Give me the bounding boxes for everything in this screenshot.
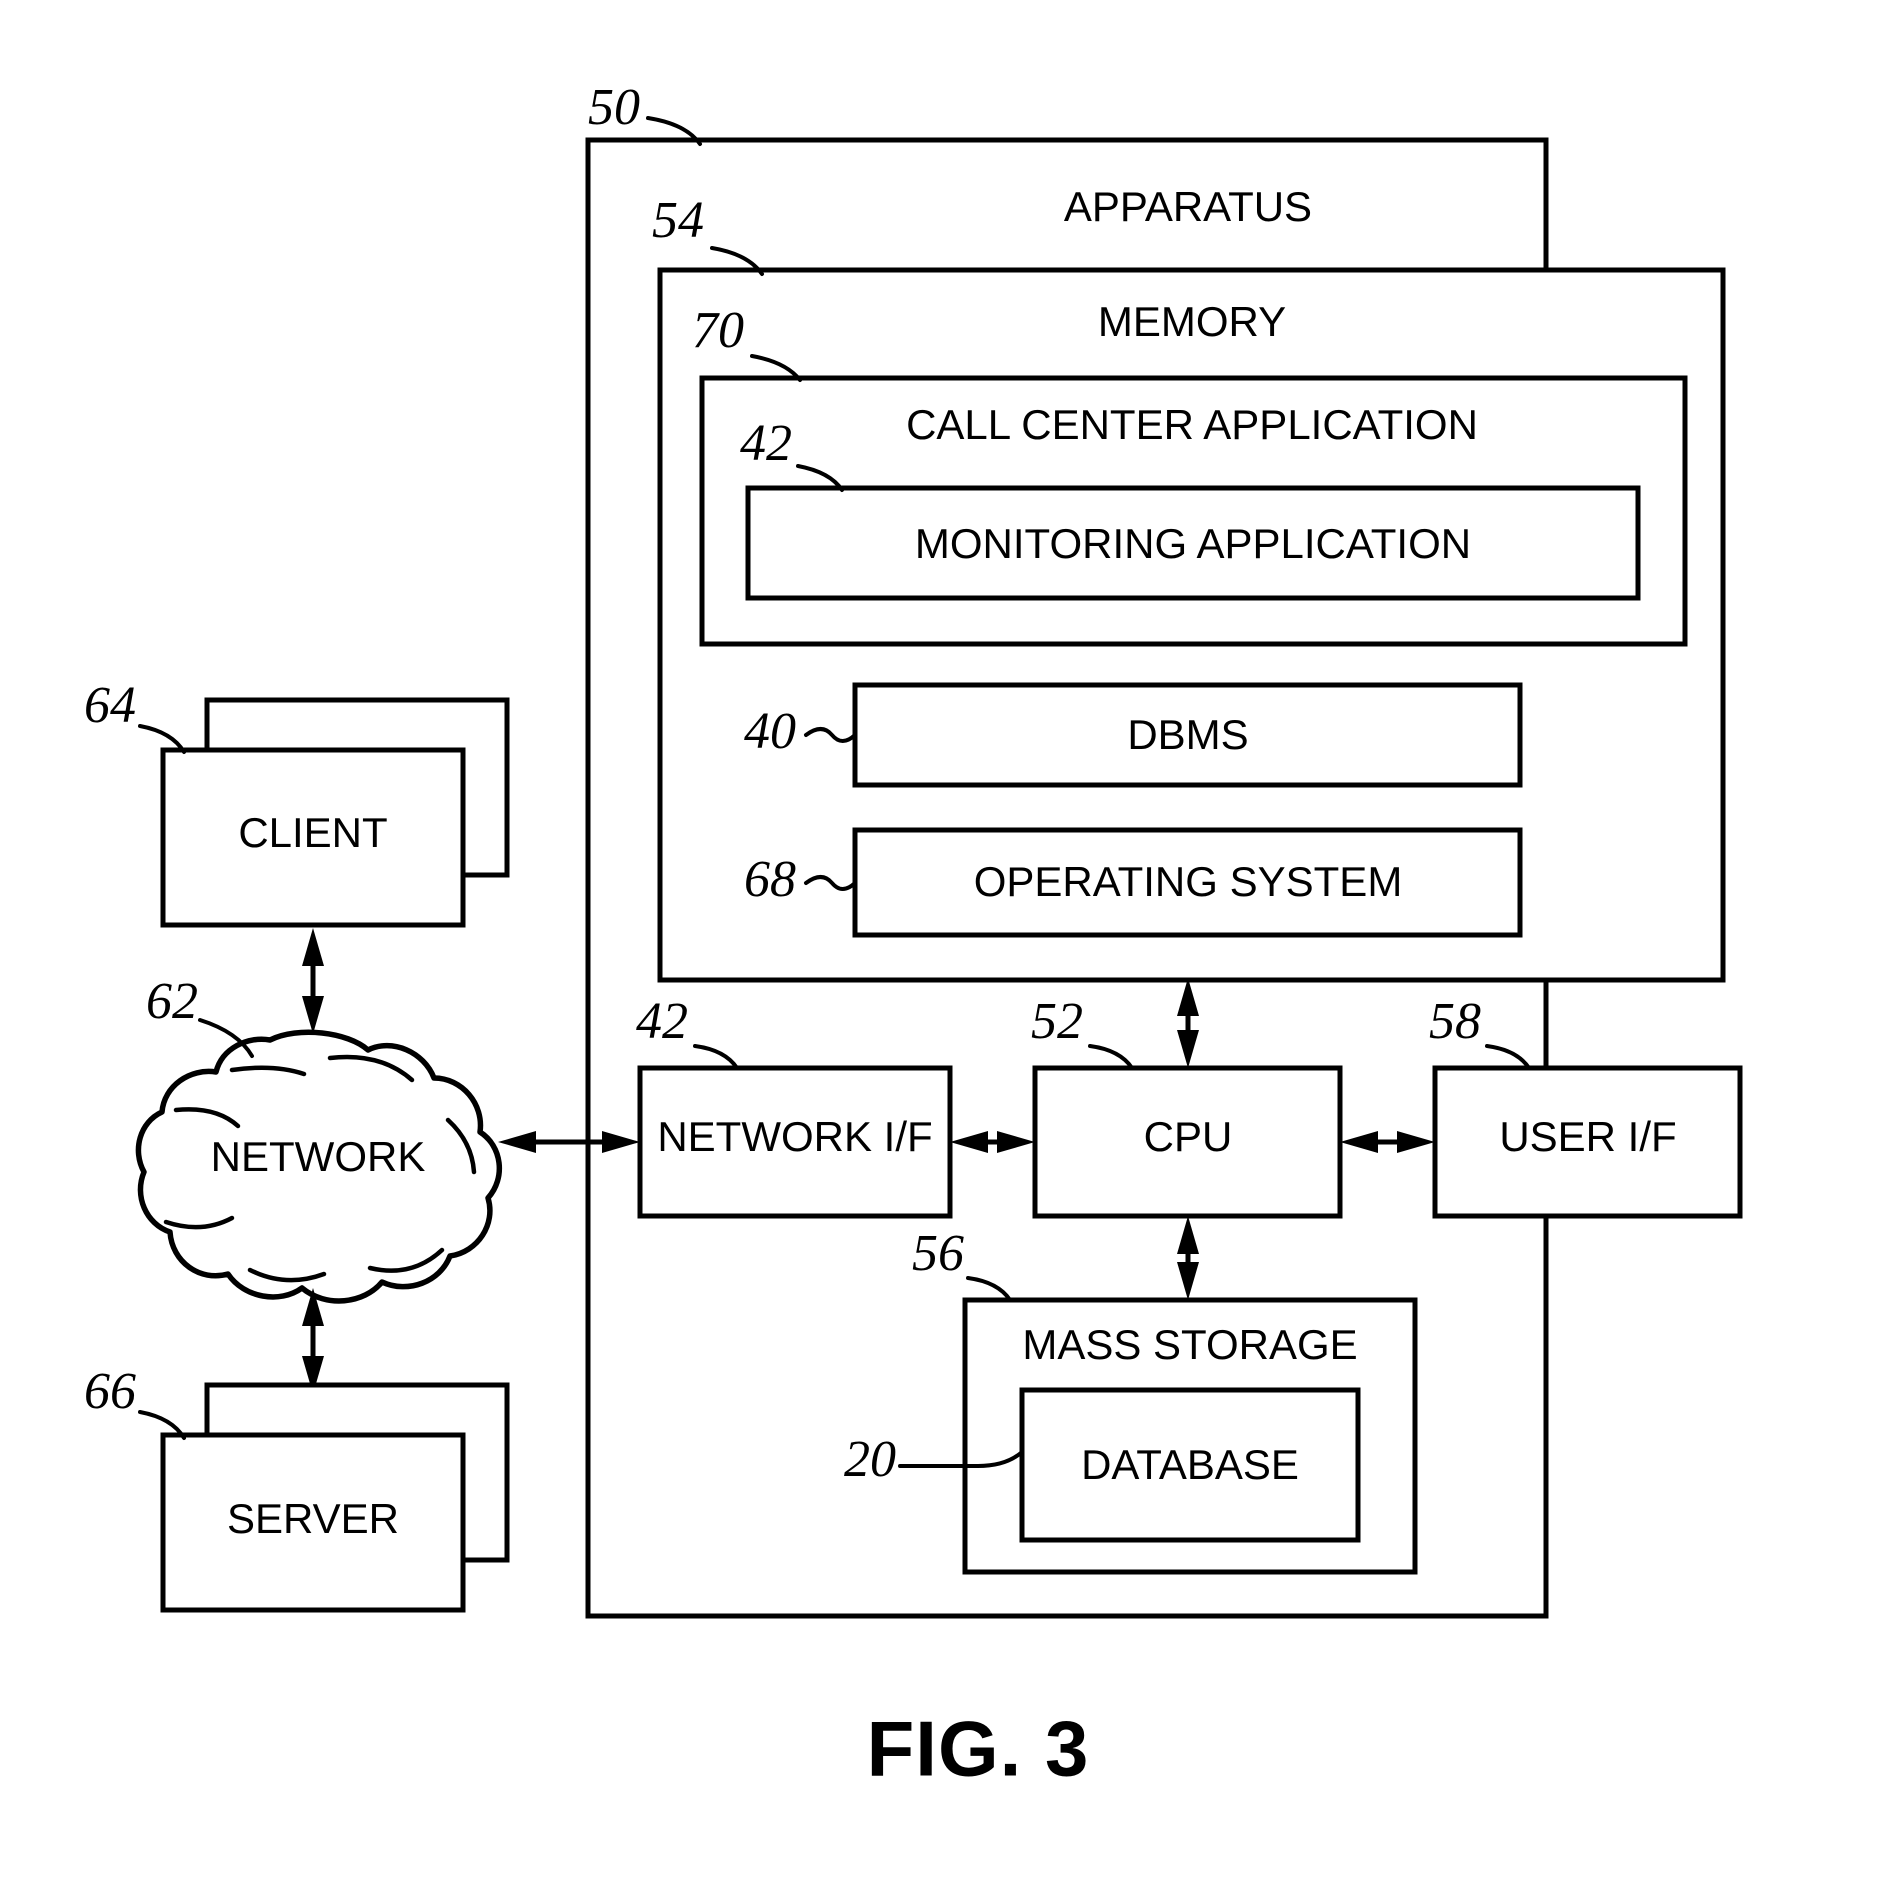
ref-66: 66 (84, 1363, 136, 1420)
ref-20: 20 (844, 1431, 896, 1488)
ref-42-monitoring: 42 (740, 415, 792, 472)
ref-58: 58 (1429, 993, 1481, 1050)
ref-40: 40 (744, 703, 796, 760)
mass-storage-label: MASS STORAGE (1022, 1321, 1357, 1368)
database-label: DATABASE (1081, 1441, 1299, 1488)
monitoring-application-label: MONITORING APPLICATION (915, 520, 1471, 567)
ref-54: 54 (652, 192, 704, 249)
figure-caption: FIG. 3 (867, 1705, 1090, 1793)
cpu-label: CPU (1144, 1113, 1233, 1160)
apparatus-label: APPARATUS (1064, 183, 1312, 230)
arrowhead-network-right (498, 1131, 536, 1153)
ref-56: 56 (912, 1225, 964, 1282)
ref-50: 50 (588, 79, 640, 136)
ref-52: 52 (1031, 993, 1083, 1050)
ref-62: 62 (146, 973, 198, 1030)
user-if-label: USER I/F (1499, 1113, 1676, 1160)
arrowhead-network-down (302, 996, 324, 1034)
call-center-application-label: CALL CENTER APPLICATION (906, 401, 1478, 448)
server-label: SERVER (227, 1495, 399, 1542)
network-if-label: NETWORK I/F (657, 1113, 932, 1160)
ref-42-network-if: 42 (636, 993, 688, 1050)
ref-68: 68 (744, 851, 796, 908)
apparatus-block-diagram: APPARATUS 50 MEMORY 54 CALL CENTER APPLI… (84, 79, 1743, 1793)
memory-label: MEMORY (1098, 298, 1286, 345)
arrowhead-client-up (302, 928, 324, 966)
ref-64: 64 (84, 677, 136, 734)
figure-container: APPARATUS 50 MEMORY 54 CALL CENTER APPLI… (0, 0, 1899, 1883)
network-label: NETWORK (211, 1133, 426, 1180)
client-label: CLIENT (238, 809, 387, 856)
ref-70: 70 (692, 302, 744, 359)
operating-system-label: OPERATING SYSTEM (974, 858, 1403, 905)
dbms-label: DBMS (1127, 711, 1248, 758)
